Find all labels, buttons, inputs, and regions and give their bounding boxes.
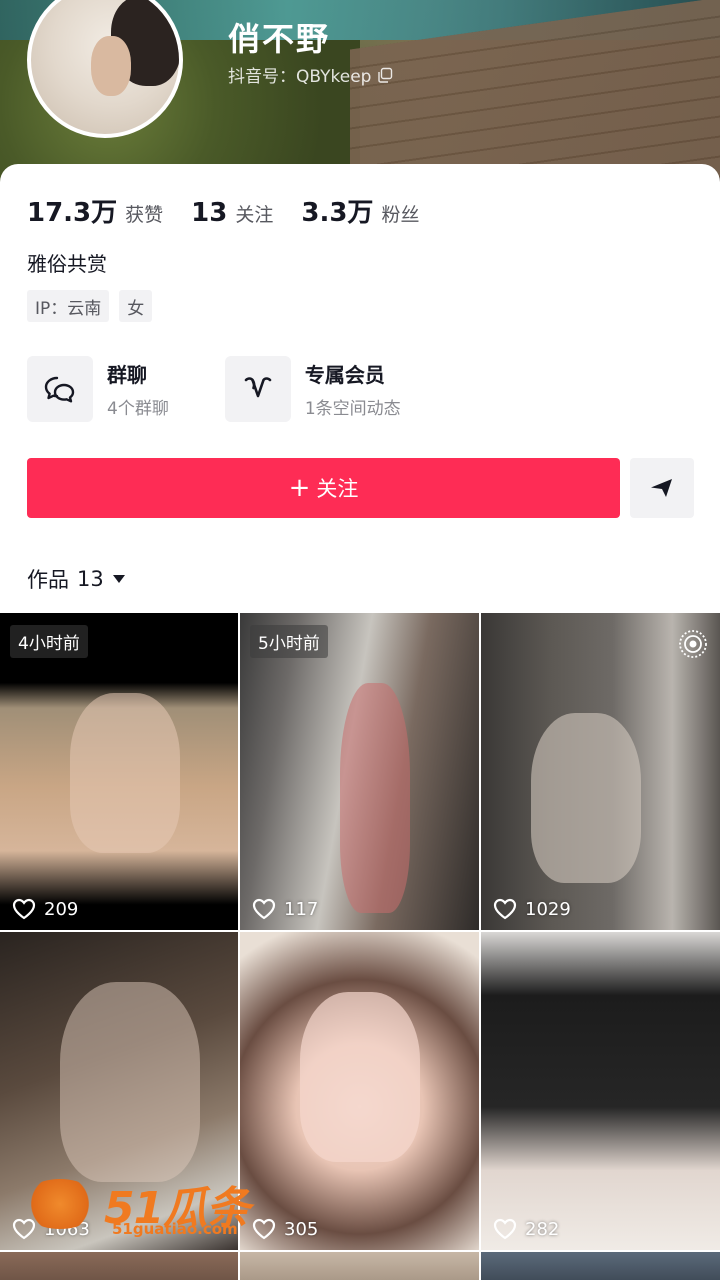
like-count-text: 117 [284,898,319,920]
heart-icon [252,898,276,920]
bio: 雅俗共赏 [27,252,107,276]
stats-row: 17.3万 获赞 13 关注 3.3万 粉丝 [27,192,419,229]
tag-ip-location: IP：云南 [27,290,110,322]
video-thumb[interactable]: 305 [240,932,479,1250]
follow-label: 关注 [316,477,359,501]
like-count-text: 305 [284,1218,319,1240]
feature-subtitle: 4个群聊 [107,399,169,419]
like-count-text: 282 [525,1218,560,1240]
profile-card: 17.3万 获赞 13 关注 3.3万 粉丝 雅俗共赏 IP：云南 女 群聊 4… [0,164,720,1280]
douyin-id-text: 抖音号：QBYkeep [228,67,372,87]
like-count: 117 [252,898,318,920]
caret-down-icon [112,575,125,583]
stat-value: 3.3万 [301,198,374,228]
stat-label: 获赞 [125,204,164,226]
chat-bubbles-icon [44,376,75,403]
thumb-figure [340,683,410,913]
tag-list: IP：云南 女 [27,290,153,322]
feature-text: 专属会员 1条空间动态 [305,359,401,419]
follow-button[interactable]: + 关注 [27,458,620,518]
tab-works[interactable]: 作品 13 [27,564,126,594]
stat-followers[interactable]: 3.3万 粉丝 [301,192,419,229]
time-badge: 4小时前 [10,625,88,658]
works-label: 作品 [27,568,69,592]
live-photo-icon [679,630,707,658]
video-thumb[interactable]: 5小时前 117 [240,613,479,930]
video-thumb[interactable] [0,1252,238,1280]
avatar-face [91,36,131,96]
heart-icon [12,898,36,920]
like-count: 282 [493,1218,559,1240]
watermark-url: 51guatiao.com [112,1220,238,1238]
feature-text: 群聊 4个群聊 [107,359,169,419]
like-count: 209 [12,898,78,920]
vip-heart-icon [244,377,272,398]
copy-icon[interactable] [377,67,393,83]
feature-subtitle: 1条空间动态 [304,399,401,419]
feature-icon-box [27,356,93,422]
share-button[interactable] [630,458,694,518]
heart-icon [493,898,517,920]
plus-icon: + [288,473,311,503]
stat-value: 13 [191,198,228,228]
watermark: 51瓜条 51guatiao.com [20,1172,250,1238]
thumb-figure [300,992,420,1162]
thumb-figure [70,693,180,853]
feature-vip[interactable]: 专属会员 1条空间动态 [224,356,401,422]
heart-icon [493,1218,517,1240]
video-thumb[interactable]: 1029 [481,613,720,930]
feature-group-chat[interactable]: 群聊 4个群聊 [27,356,169,422]
stat-label: 粉丝 [381,204,420,226]
douyin-id[interactable]: 抖音号：QBYkeep [228,62,393,87]
video-thumb[interactable] [481,1252,720,1280]
like-count: 305 [252,1218,318,1240]
watermark-logo [20,1179,100,1229]
stat-likes[interactable]: 17.3万 获赞 [27,192,163,229]
like-count-text: 1029 [525,898,571,920]
stat-following[interactable]: 13 关注 [191,198,273,228]
video-thumb[interactable]: 4小时前 209 [0,613,238,930]
video-thumb[interactable]: 282 [481,932,720,1250]
feature-list: 群聊 4个群聊 专属会员 1条空间动态 [27,356,401,422]
thumb-figure [60,982,200,1182]
video-thumb[interactable] [240,1252,479,1280]
like-count: 1029 [493,898,571,920]
thumb-figure [531,713,641,883]
stat-label: 关注 [235,204,274,226]
username: 俏不野 [228,20,331,58]
feature-title: 专属会员 [304,363,385,387]
tag-gender: 女 [119,290,153,322]
send-icon [651,479,672,497]
stat-value: 17.3万 [27,198,118,228]
like-count-text: 209 [44,898,79,920]
heart-icon [252,1218,276,1240]
feature-icon-box [224,356,291,422]
feature-title: 群聊 [107,363,147,387]
works-count: 13 [77,567,104,591]
time-badge: 5小时前 [250,625,328,658]
